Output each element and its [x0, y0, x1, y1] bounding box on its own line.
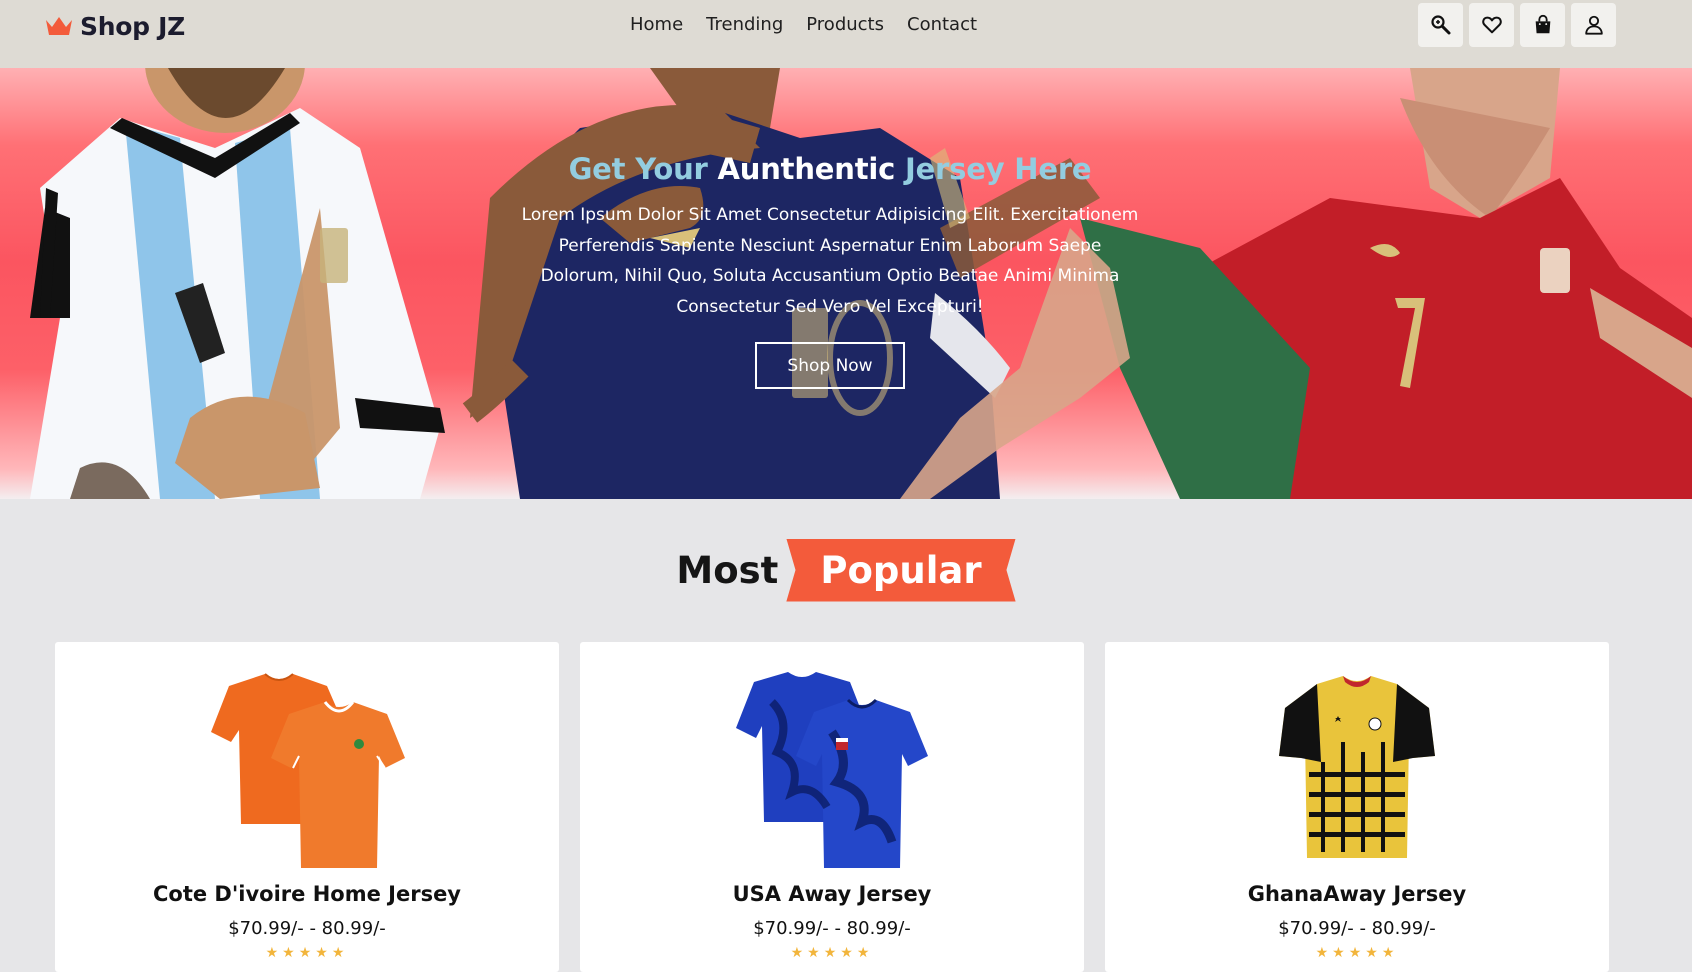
left-player-figure — [30, 68, 445, 499]
product-rating: ★★★★★ — [790, 945, 874, 961]
hero-content: Get Your Aunthentic Jersey Here Lorem Ip… — [460, 152, 1200, 389]
product-card[interactable]: GhanaAway Jersey $70.99/- - 80.99/- ★★★★… — [1105, 642, 1609, 972]
product-name: Cote D'ivoire Home Jersey — [153, 882, 461, 906]
product-rating: ★★★★★ — [1315, 945, 1399, 961]
product-name: GhanaAway Jersey — [1247, 882, 1467, 906]
hero-title-part2: Aunthentic — [717, 152, 896, 186]
shop-now-button[interactable]: Shop Now — [755, 342, 905, 389]
search-button[interactable] — [1418, 3, 1463, 47]
product-grid: Cote D'ivoire Home Jersey $70.99/- - 80.… — [55, 642, 1609, 972]
brand-name: Shop JZ — [80, 11, 185, 41]
site-header: Shop JZ Home Trending Products Contact — [0, 0, 1692, 68]
account-button[interactable] — [1571, 3, 1616, 47]
user-icon — [1584, 15, 1603, 35]
product-price: $70.99/- - 80.99/- — [228, 918, 386, 939]
hero-description: Lorem Ipsum Dolor Sit Amet Consectetur A… — [521, 205, 1139, 317]
wishlist-button[interactable] — [1469, 3, 1514, 47]
product-rating: ★★★★★ — [265, 945, 349, 961]
search-icon — [1430, 15, 1450, 35]
section-heading: Most Popular — [0, 538, 1692, 602]
product-price: $70.99/- - 80.99/- — [753, 918, 911, 939]
product-card[interactable]: Cote D'ivoire Home Jersey $70.99/- - 80.… — [55, 642, 559, 972]
header-actions — [1418, 3, 1616, 47]
nav-contact[interactable]: Contact — [907, 14, 977, 35]
crown-icon — [46, 17, 72, 35]
heart-icon — [1481, 16, 1502, 34]
nav-products[interactable]: Products — [806, 14, 884, 35]
jersey-image — [736, 672, 928, 868]
hero-banner: Get Your Aunthentic Jersey Here Lorem Ip… — [0, 68, 1692, 499]
hero-title-part3: Jersey Here — [905, 152, 1092, 186]
jersey-image — [211, 673, 405, 868]
product-name: USA Away Jersey — [732, 882, 932, 906]
section-title-popular: Popular — [786, 538, 1016, 602]
bag-icon — [1535, 14, 1550, 34]
section-title-most: Most — [676, 548, 779, 592]
hero-title: Get Your Aunthentic Jersey Here — [460, 152, 1200, 186]
cart-button[interactable] — [1520, 3, 1565, 47]
product-price: $70.99/- - 80.99/- — [1278, 918, 1436, 939]
nav-home[interactable]: Home — [630, 14, 683, 35]
jersey-image — [1279, 676, 1435, 858]
logo[interactable]: Shop JZ — [44, 10, 185, 42]
hero-title-part1: Get Your — [568, 152, 708, 186]
nav-trending[interactable]: Trending — [706, 14, 783, 35]
main-nav: Home Trending Products Contact — [630, 14, 977, 35]
product-card[interactable]: USA Away Jersey $70.99/- - 80.99/- ★★★★★ — [580, 642, 1084, 972]
